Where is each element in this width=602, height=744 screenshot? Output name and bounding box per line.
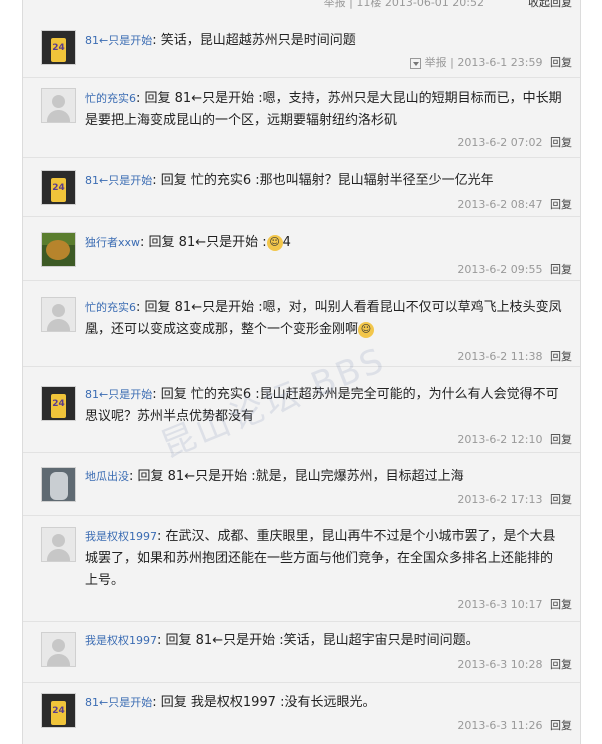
reply-text: 笑话，昆山超越苏州只是时间问题 (160, 33, 356, 48)
reply-meta: 2013-6-2 11:38 回复 (457, 348, 572, 364)
reply-item: 我是权权1997: 回复 81←只是开始 :笑话，昆山超宇宙只是时间问题。 20… (23, 622, 580, 683)
avatar[interactable]: 24 (41, 386, 76, 421)
avatar[interactable] (41, 232, 76, 267)
reply-username[interactable]: 我是权权1997 (85, 634, 157, 647)
reply-time: 2013-6-2 09:55 (457, 263, 543, 276)
avatar[interactable] (41, 467, 76, 502)
reply-meta: 2013-6-3 11:26 回复 (457, 717, 572, 733)
reply-time: 2013-6-3 10:17 (457, 598, 543, 611)
reply-button[interactable]: 回复 (550, 350, 572, 363)
reply-text: 回复 81←只是开始 : (148, 235, 267, 250)
reply-time: 2013-6-3 10:28 (457, 658, 543, 671)
reply-item: 独行者xxw: 回复 81←只是开始 : ☺ 4 2013-6-2 09:55 回复 (23, 217, 580, 281)
reply-meta: 2013-6-2 17:13 回复 (457, 491, 572, 507)
reply-time: 2013-6-3 11:26 (457, 719, 543, 732)
reply-list-panel: 举报 | 11楼 2013-06-01 20:52 收起回复 24 81←只是开… (22, 0, 581, 744)
reply-time: 2013-6-1 23:59 (457, 56, 543, 69)
reply-username[interactable]: 81←只是开始 (85, 34, 152, 47)
reply-item: 24 81←只是开始: 笑话，昆山超越苏州只是时间问题 举报 | 2013-6-… (23, 12, 580, 78)
reply-username[interactable]: 我是权权1997 (85, 530, 157, 543)
floor-header: 举报 | 11楼 2013-06-01 20:52 收起回复 (23, 0, 580, 12)
reply-time: 2013-6-2 07:02 (457, 136, 543, 149)
avatar[interactable] (41, 632, 76, 667)
reply-meta: 2013-6-3 10:28 回复 (457, 656, 572, 672)
reply-button[interactable]: 回复 (550, 598, 572, 611)
reply-username[interactable]: 81←只是开始 (85, 388, 152, 401)
reply-meta: 2013-6-2 12:10 回复 (457, 431, 572, 447)
reply-text: 回复 81←只是开始 :嗯，对，叫别人看看昆山不仅可以草鸡飞上枝头变凤凰，还可以… (85, 300, 562, 337)
avatar[interactable]: 24 (41, 30, 76, 65)
floor-meta: 举报 | 11楼 2013-06-01 20:52 (323, 0, 484, 9)
reply-username[interactable]: 81←只是开始 (85, 174, 152, 187)
reply-text: 回复 81←只是开始 :就是，昆山完爆苏州，目标超过上海 (137, 469, 464, 484)
avatar[interactable]: 24 (41, 170, 76, 205)
reply-item: 24 81←只是开始: 回复 忙的充实6 :昆山赶超苏州是完全可能的，为什么有人… (23, 367, 580, 453)
reply-time: 2013-6-2 08:47 (457, 198, 543, 211)
report-link[interactable]: 举报 (425, 56, 447, 69)
reply-button[interactable]: 回复 (550, 56, 572, 69)
reply-time: 2013-6-2 17:13 (457, 493, 543, 506)
reply-button[interactable]: 回复 (550, 136, 572, 149)
reply-text: 回复 我是权权1997 :没有长远眼光。 (160, 695, 376, 710)
avatar[interactable] (41, 297, 76, 332)
reply-item: 24 81←只是开始: 回复 我是权权1997 :没有长远眼光。 2013-6-… (23, 683, 580, 744)
avatar[interactable] (41, 88, 76, 123)
reply-text: 回复 忙的充实6 :那也叫辐射？昆山辐射半径至少一亿光年 (160, 173, 494, 188)
reply-button[interactable]: 回复 (550, 433, 572, 446)
reply-button[interactable]: 回复 (550, 263, 572, 276)
smiley-emoji-icon: ☺ (266, 234, 283, 251)
reply-username[interactable]: 忙的充实6 (85, 301, 136, 314)
reply-time: 2013-6-2 12:10 (457, 433, 543, 446)
collapse-replies-link[interactable]: 收起回复 (528, 0, 572, 10)
reply-time: 2013-6-2 11:38 (457, 350, 543, 363)
laughing-emoji-icon: ☺ (358, 321, 375, 338)
reply-text-tail: 4 (282, 235, 291, 250)
reply-item: 忙的充实6: 回复 81←只是开始 :嗯，对，叫别人看看昆山不仅可以草鸡飞上枝头… (23, 281, 580, 367)
reply-username[interactable]: 独行者xxw (85, 236, 140, 249)
reply-button[interactable]: 回复 (550, 493, 572, 506)
avatar[interactable] (41, 527, 76, 562)
reply-button[interactable]: 回复 (550, 719, 572, 732)
reply-button[interactable]: 回复 (550, 658, 572, 671)
reply-meta: 2013-6-2 08:47 回复 (457, 196, 572, 212)
reply-username[interactable]: 忙的充实6 (85, 92, 136, 105)
report-dropdown-icon[interactable] (409, 57, 421, 69)
reply-item: 地瓜出没: 回复 81←只是开始 :就是，昆山完爆苏州，目标超过上海 2013-… (23, 453, 580, 516)
reply-item: 忙的充实6: 回复 81←只是开始 :嗯，支持，苏州只是大昆山的短期目标而已，中… (23, 78, 580, 158)
reply-item: 我是权权1997: 在武汉、成都、重庆眼里，昆山再牛不过是个小城市罢了，是个大县… (23, 516, 580, 622)
reply-button[interactable]: 回复 (550, 198, 572, 211)
reply-meta: 2013-6-2 09:55 回复 (457, 261, 572, 277)
reply-text: 回复 81←只是开始 :嗯，支持，苏州只是大昆山的短期目标而已，中长期是要把上海… (85, 91, 562, 128)
reply-username[interactable]: 81←只是开始 (85, 696, 152, 709)
reply-meta: 2013-6-3 10:17 回复 (457, 596, 572, 612)
reply-meta: 举报 | 2013-6-1 23:59 回复 (409, 54, 572, 70)
reply-item: 24 81←只是开始: 回复 忙的充实6 :那也叫辐射？昆山辐射半径至少一亿光年… (23, 158, 580, 217)
reply-meta: 2013-6-2 07:02 回复 (457, 134, 572, 150)
reply-text: 回复 81←只是开始 :笑话，昆山超宇宙只是时间问题。 (165, 633, 479, 648)
avatar[interactable]: 24 (41, 693, 76, 728)
reply-username[interactable]: 地瓜出没 (85, 470, 129, 483)
